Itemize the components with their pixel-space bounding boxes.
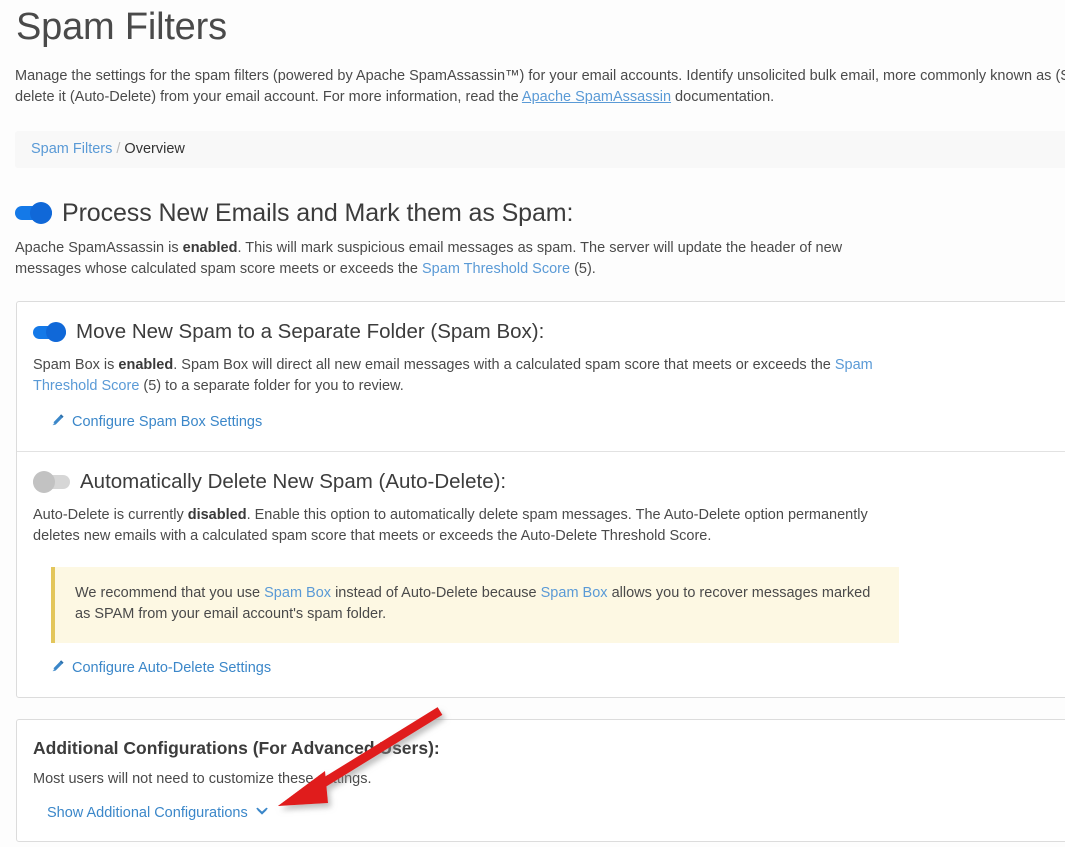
- page-title: Spam Filters: [16, 6, 227, 48]
- toggle-knob: [30, 201, 52, 224]
- spam-box-section: Move New Spam to a Separate Folder (Spam…: [17, 302, 1065, 451]
- chevron-down-icon: [255, 806, 269, 819]
- process-new-emails-toggle[interactable]: [15, 201, 52, 224]
- desc-post: (5) to a separate folder for you to revi…: [139, 377, 404, 394]
- page-description-part1: Manage the settings for the spam filters…: [15, 67, 1056, 84]
- process-new-emails-heading: Process New Emails and Mark them as Spam…: [62, 198, 574, 227]
- auto-delete-section: Automatically Delete New Spam (Auto-Dele…: [17, 451, 1065, 697]
- apache-spamassassin-doc-link[interactable]: Apache SpamAssassin: [522, 89, 671, 105]
- spam-filters-page: Spam Filters Manage the settings for the…: [0, 0, 1065, 847]
- pencil-icon: [51, 659, 65, 677]
- configure-auto-delete-settings-label: Configure Auto-Delete Settings: [72, 659, 272, 676]
- desc-pre: Auto-Delete is currently: [33, 506, 188, 523]
- process-new-emails-block: Process New Emails and Mark them as Spam…: [0, 168, 1065, 280]
- show-additional-configurations-link[interactable]: Show Additional Configurations: [47, 805, 269, 821]
- spam-box-header-row: Move New Spam to a Separate Folder (Spam…: [33, 320, 1065, 345]
- configure-spam-box-settings-link[interactable]: Configure Spam Box Settings: [51, 413, 262, 431]
- desc-state: enabled: [182, 239, 238, 256]
- auto-delete-toggle[interactable]: [33, 471, 70, 494]
- process-new-emails-header-row: Process New Emails and Mark them as Spam…: [15, 198, 1065, 228]
- spam-settings-card: Move New Spam to a Separate Folder (Spam…: [16, 301, 1065, 698]
- desc-pre: Spam Box is: [33, 356, 119, 373]
- configure-auto-delete-settings-link[interactable]: Configure Auto-Delete Settings: [51, 659, 271, 677]
- auto-delete-header-row: Automatically Delete New Spam (Auto-Dele…: [33, 470, 1065, 495]
- additional-configurations-card: Additional Configurations (For Advanced …: [16, 718, 1065, 842]
- desc-pre: Apache SpamAssassin is: [15, 239, 183, 256]
- breadcrumb-root-link[interactable]: Spam Filters: [31, 141, 112, 157]
- additional-configurations-heading: Additional Configurations (For Advanced …: [33, 737, 440, 758]
- pencil-icon: [51, 413, 65, 431]
- spam-box-heading: Move New Spam to a Separate Folder (Spam…: [76, 320, 545, 344]
- callout-pre: We recommend that you use: [75, 584, 265, 601]
- process-new-emails-description: Apache SpamAssassin is enabled. This wil…: [15, 238, 881, 280]
- breadcrumb-separator: /: [116, 141, 121, 157]
- toggle-knob: [33, 471, 55, 494]
- callout-spam-box-link-1[interactable]: Spam Box: [264, 585, 331, 601]
- spam-box-toggle[interactable]: [33, 322, 66, 343]
- spam-box-recommendation-callout: We recommend that you use Spam Box inste…: [51, 566, 899, 643]
- callout-mid: instead of Auto-Delete because: [331, 584, 541, 601]
- desc-state: enabled: [118, 356, 174, 373]
- page-description: Manage the settings for the spam filters…: [0, 52, 1065, 110]
- configure-spam-box-settings-label: Configure Spam Box Settings: [72, 414, 263, 431]
- page-description-part3: documentation.: [671, 89, 775, 106]
- desc-mid: . Spam Box will direct all new email mes…: [173, 356, 835, 373]
- desc-state: disabled: [187, 506, 247, 523]
- auto-delete-description: Auto-Delete is currently disabled. Enabl…: [33, 505, 913, 547]
- additional-configurations-description: Most users will not need to customize th…: [33, 770, 372, 787]
- callout-spam-box-link-2[interactable]: Spam Box: [541, 585, 608, 601]
- desc-post: (5).: [570, 261, 596, 277]
- additional-configurations-section: Additional Configurations (For Advanced …: [17, 720, 1065, 841]
- breadcrumb-current: Overview: [124, 141, 185, 157]
- breadcrumb: Spam Filters / Overview: [15, 131, 1065, 168]
- spam-threshold-score-link[interactable]: Spam Threshold Score: [422, 261, 570, 277]
- show-additional-configurations-label: Show Additional Configurations: [47, 804, 248, 821]
- toggle-knob: [46, 322, 66, 343]
- auto-delete-heading: Automatically Delete New Spam (Auto-Dele…: [80, 470, 507, 494]
- spam-box-description: Spam Box is enabled. Spam Box will direc…: [33, 355, 899, 397]
